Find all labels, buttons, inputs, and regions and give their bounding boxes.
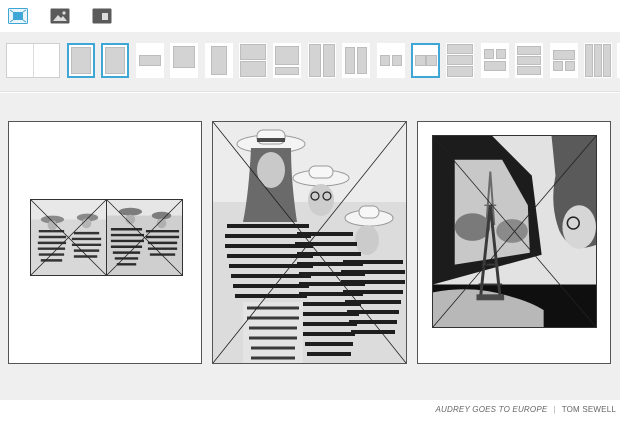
layout-thumb-grid[interactable] (481, 43, 509, 78)
layout-thumb-big-strip[interactable] (273, 43, 301, 78)
photo-image-icon (31, 200, 106, 275)
left-page[interactable] (8, 121, 202, 364)
photo-slot-eiffel-tower[interactable] (432, 135, 597, 328)
photo-image-icon (433, 136, 596, 327)
layout-thumb-blank-spread[interactable] (6, 43, 60, 78)
layout-thumb-two-columns-inset[interactable] (342, 43, 370, 78)
page-icon (92, 8, 112, 24)
photo-slot-girls-hug-right[interactable] (106, 199, 183, 276)
layout-thumb-two-small-selected[interactable] (411, 43, 440, 78)
photo-image-icon (107, 200, 182, 275)
credit-separator: | (553, 405, 556, 414)
right-page[interactable] (417, 121, 611, 364)
image-icon (50, 8, 70, 24)
layout-thumb-landscape[interactable] (136, 43, 164, 78)
layout-thumb-two-small[interactable] (377, 43, 405, 78)
book-title: AUDREY GOES TO EUROPE (435, 405, 548, 414)
layout-thumb-top-large[interactable] (170, 43, 198, 78)
layout-thumb-three-rows[interactable] (515, 43, 543, 78)
add-photo-button[interactable] (50, 8, 70, 24)
fit-to-frame-icon (8, 8, 28, 24)
footer: AUDREY GOES TO EUROPE | TOM SEWELL (0, 400, 620, 440)
photo-image-icon (213, 122, 406, 363)
fit-photo-button[interactable] (8, 8, 28, 24)
book-author: TOM SEWELL (561, 405, 616, 414)
layout-strip (0, 32, 620, 92)
book-canvas (0, 93, 620, 400)
layout-thumb-full-right[interactable] (101, 43, 129, 78)
layout-thumb-three-columns[interactable] (584, 43, 612, 78)
center-page[interactable] (212, 121, 407, 364)
photo-slot-girls-hug-large[interactable] (213, 122, 406, 363)
layout-thumb-mixed[interactable] (550, 43, 578, 78)
photo-slot-girls-hug-left[interactable] (30, 199, 107, 276)
page-layout-button[interactable] (92, 8, 112, 24)
layout-thumb-two-columns[interactable] (308, 43, 336, 78)
layout-thumb-portrait[interactable] (205, 43, 233, 78)
layout-thumb-three-stacked[interactable] (446, 43, 474, 78)
layout-thumb-two-stacked[interactable] (239, 43, 267, 78)
toolbar (0, 0, 620, 32)
book-credit: AUDREY GOES TO EUROPE | TOM SEWELL (435, 405, 616, 414)
layout-thumb-full-left[interactable] (67, 43, 95, 78)
